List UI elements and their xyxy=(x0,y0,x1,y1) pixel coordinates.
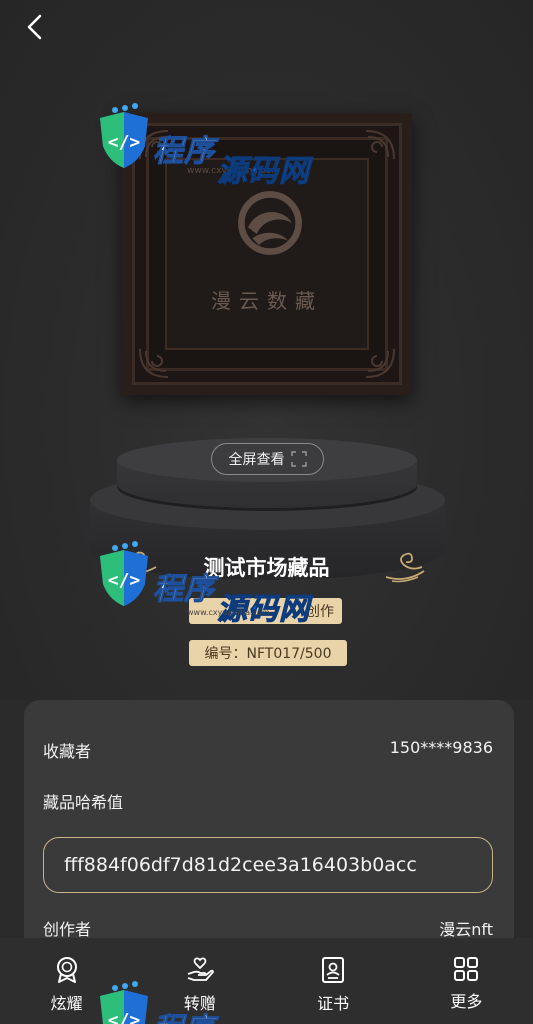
medal-icon xyxy=(56,957,77,983)
artwork-caption: 漫云数藏 xyxy=(211,289,323,313)
certificate-icon xyxy=(322,957,345,983)
nav-item-certificate[interactable]: 证书 xyxy=(267,938,400,1024)
svg-text:</>: </> xyxy=(108,570,141,591)
watermark-text-2: 源码网 xyxy=(217,592,310,628)
watermark-url: www.cxyuanma.com xyxy=(187,608,270,617)
back-button[interactable] xyxy=(18,10,52,44)
hash-field[interactable]: fff884f06df7d81d2cee3a16403b0acc xyxy=(43,837,493,893)
watermark: </> 程序 xyxy=(95,980,235,1024)
frame-corner-ornament-icon xyxy=(139,348,169,378)
watermark-text-2: 源码网 xyxy=(217,154,310,190)
creator-value: 漫云nft xyxy=(439,920,493,939)
shield-code-icon: </> xyxy=(100,981,148,1024)
hash-label: 藏品哈希值 xyxy=(43,793,124,812)
svg-text:</>: </> xyxy=(108,1010,141,1024)
swirl-logo-icon xyxy=(238,191,302,255)
chevron-left-icon xyxy=(27,14,42,40)
nav-label: 证书 xyxy=(317,994,350,1013)
serial-number-label: 编号：NFT017/500 xyxy=(204,646,332,662)
watermark: </> 程序 源码网 www.cxyuanma.com xyxy=(95,540,335,635)
nav-label: 炫耀 xyxy=(50,994,83,1013)
watermark-text-1: 程序 xyxy=(153,134,215,170)
svg-text:</>: </> xyxy=(108,132,141,153)
watermark-text-1: 程序 xyxy=(153,572,215,608)
cloud-ornament-icon xyxy=(385,552,425,583)
nav-item-more[interactable]: 更多 xyxy=(400,938,533,1024)
collector-value: 150****9836 xyxy=(389,738,493,757)
serial-number-tag: 编号：NFT017/500 xyxy=(189,640,347,666)
watermark-text-1: 程序 xyxy=(153,1004,215,1024)
shield-code-icon: </> xyxy=(100,541,148,606)
nav-label: 更多 xyxy=(450,992,483,1011)
watermark: </> 程序 源码网 xyxy=(95,102,335,190)
shield-code-icon: </> xyxy=(100,103,148,168)
grid-icon xyxy=(454,957,479,981)
collector-label: 收藏者 xyxy=(43,742,92,761)
fullscreen-label: 全屏查看 xyxy=(228,452,285,468)
bottom-nav: 炫耀 转赠 证书 更多 xyxy=(0,938,533,1024)
creator-label: 创作者 xyxy=(43,920,92,939)
expand-icon xyxy=(290,451,307,467)
fullscreen-button[interactable]: 全屏查看 xyxy=(211,443,324,475)
hash-value: fff884f06df7d81d2cee3a16403b0acc xyxy=(64,854,417,876)
frame-corner-ornament-icon xyxy=(365,130,395,160)
frame-corner-ornament-icon xyxy=(365,348,395,378)
